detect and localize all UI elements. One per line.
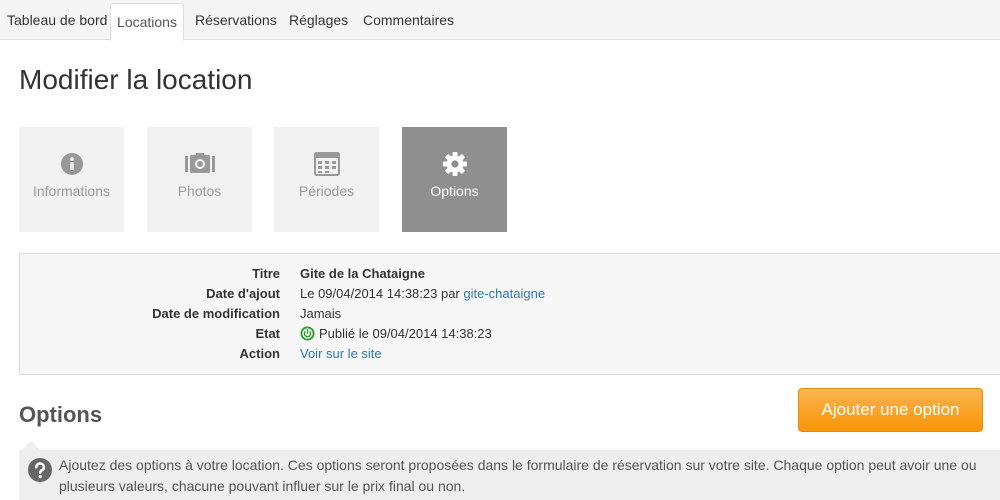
tab-tableau-de-bord[interactable]: Tableau de bord <box>7 0 107 40</box>
question-icon <box>28 458 52 482</box>
power-published-icon <box>300 326 315 341</box>
detail-value: Publié le 09/04/2014 14:38:23 <box>300 324 492 344</box>
tab-commentaires[interactable]: Commentaires <box>363 0 454 40</box>
options-help-box: Ajoutez des options à votre location. Ce… <box>19 450 1000 500</box>
options-section-title: Options <box>19 402 103 427</box>
view-on-site-link[interactable]: Voir sur le site <box>300 344 382 364</box>
calendar-icon <box>274 151 379 177</box>
detail-value: Le 09/04/2014 14:38:23 par gite-chataign… <box>300 284 545 304</box>
detail-label: Etat <box>255 326 280 341</box>
page-title: Modifier la location <box>19 64 253 95</box>
date-ajout-text: Le 09/04/2014 14:38:23 par <box>300 286 460 301</box>
detail-value: Jamais <box>300 306 342 321</box>
step-label: Périodes <box>298 183 355 199</box>
step-tile-periodes[interactable]: Périodes <box>274 127 379 232</box>
camera-icon <box>147 151 252 177</box>
author-link[interactable]: gite-chataigne <box>463 286 545 301</box>
detail-label: Date de modification <box>152 306 280 321</box>
top-nav: Tableau de bord Locations Réservations R… <box>0 0 1000 41</box>
tab-locations[interactable]: Locations <box>110 3 184 41</box>
step-tile-informations[interactable]: Informations <box>19 127 124 232</box>
detail-label: Action <box>239 346 280 361</box>
step-tile-options[interactable]: Options <box>402 127 507 232</box>
step-label: Informations <box>32 183 111 199</box>
step-tile-photos[interactable]: Photos <box>147 127 252 232</box>
tab-reservations[interactable]: Réservations <box>195 0 277 40</box>
gear-icon <box>402 151 507 177</box>
detail-value: Gite de la Chataigne <box>300 266 425 281</box>
step-label: Options <box>430 183 479 199</box>
detail-label: Date d'ajout <box>206 286 280 301</box>
tab-reglages[interactable]: Réglages <box>289 0 348 40</box>
help-box-arrow <box>22 441 40 450</box>
location-details-panel: Titre Gite de la Chataigne Date d'ajout … <box>19 253 1000 375</box>
etat-text: Publié le 09/04/2014 14:38:23 <box>319 326 492 341</box>
step-label: Photos <box>177 183 222 199</box>
detail-label: Titre <box>252 266 280 281</box>
info-icon <box>19 151 124 177</box>
options-help-text: Ajoutez des options à votre location. Ce… <box>59 457 977 494</box>
add-option-button[interactable]: Ajouter une option <box>798 388 983 432</box>
